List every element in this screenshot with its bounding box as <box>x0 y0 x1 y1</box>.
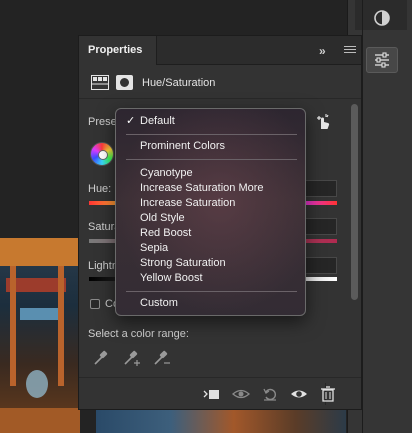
preset-label: Prese <box>88 116 117 128</box>
layer-mask-icon[interactable] <box>116 75 133 90</box>
eyedropper-add-button[interactable] <box>121 348 141 368</box>
menu-separator <box>126 291 297 292</box>
visibility-eye-icon <box>291 390 307 398</box>
eyedropper-subtract-button[interactable] <box>151 348 171 368</box>
adjustment-title: Hue/Saturation <box>142 77 216 89</box>
eyedropper-icon <box>94 350 108 365</box>
reset-icon <box>263 388 276 401</box>
lightness-label: Lightn <box>88 260 118 272</box>
clip-to-layer-button[interactable] <box>200 384 222 404</box>
menu-item-custom[interactable]: Custom <box>140 296 178 311</box>
clip-to-layer-icon <box>203 390 219 399</box>
hue-wheel-icon[interactable] <box>90 142 114 166</box>
menu-item-increase-saturation[interactable]: Increase Saturation <box>140 196 235 211</box>
eyedropper-subtract-icon <box>154 350 170 365</box>
menu-separator <box>126 159 297 160</box>
menu-separator <box>126 134 297 135</box>
checkmark-icon: ✓ <box>126 115 136 127</box>
on-image-adjust-icon[interactable] <box>315 112 331 130</box>
menu-item-old-style[interactable]: Old Style <box>140 211 185 226</box>
view-previous-state-button[interactable] <box>230 384 252 404</box>
menu-item-prominent-colors[interactable]: Prominent Colors <box>140 139 225 154</box>
collapse-icon[interactable]: » <box>319 44 333 58</box>
panel-footer <box>79 377 361 409</box>
adjustment-layer-icon[interactable] <box>91 75 109 90</box>
panel-header: Properties » <box>79 36 361 65</box>
adjustments-icon <box>375 52 389 68</box>
menu-item-cyanotype[interactable]: Cyanotype <box>140 166 193 181</box>
view-previous-state-icon <box>232 389 250 399</box>
menu-item-yellow-boost[interactable]: Yellow Boost <box>140 271 203 286</box>
panel-menu-icon[interactable] <box>343 44 357 58</box>
menu-item-red-boost[interactable]: Red Boost <box>140 226 191 241</box>
hue-label: Hue: <box>88 183 112 195</box>
reset-button[interactable] <box>259 384 281 404</box>
menu-item-default[interactable]: Default <box>140 114 175 129</box>
properties-tab[interactable]: Properties <box>79 36 157 65</box>
color-swatch-icon <box>374 10 390 26</box>
menu-item-sepia[interactable]: Sepia <box>140 241 168 256</box>
adjustments-button[interactable] <box>366 47 398 73</box>
menu-item-increase-saturation-more[interactable]: Increase Saturation More <box>140 181 264 196</box>
trash-icon <box>321 386 335 402</box>
layer-type-row: Hue/Saturation <box>79 66 361 99</box>
canvas-artwork <box>0 238 80 433</box>
visibility-toggle-button[interactable] <box>288 384 310 404</box>
canvas-artwork-bottom <box>96 410 346 433</box>
strip-divider <box>362 0 363 433</box>
delete-button[interactable] <box>317 384 339 404</box>
colorize-checkbox[interactable] <box>90 299 100 309</box>
preset-dropdown-menu: ✓ Default Prominent Colors Cyanotype Inc… <box>115 108 306 316</box>
color-range-label: Select a color range: <box>88 328 189 340</box>
panel-scrollbar-thumb[interactable] <box>351 104 358 300</box>
eyedropper-button[interactable] <box>91 348 111 368</box>
eyedropper-add-icon <box>124 350 140 366</box>
menu-item-strong-saturation[interactable]: Strong Saturation <box>140 256 226 271</box>
color-swatch-button[interactable] <box>366 5 398 31</box>
